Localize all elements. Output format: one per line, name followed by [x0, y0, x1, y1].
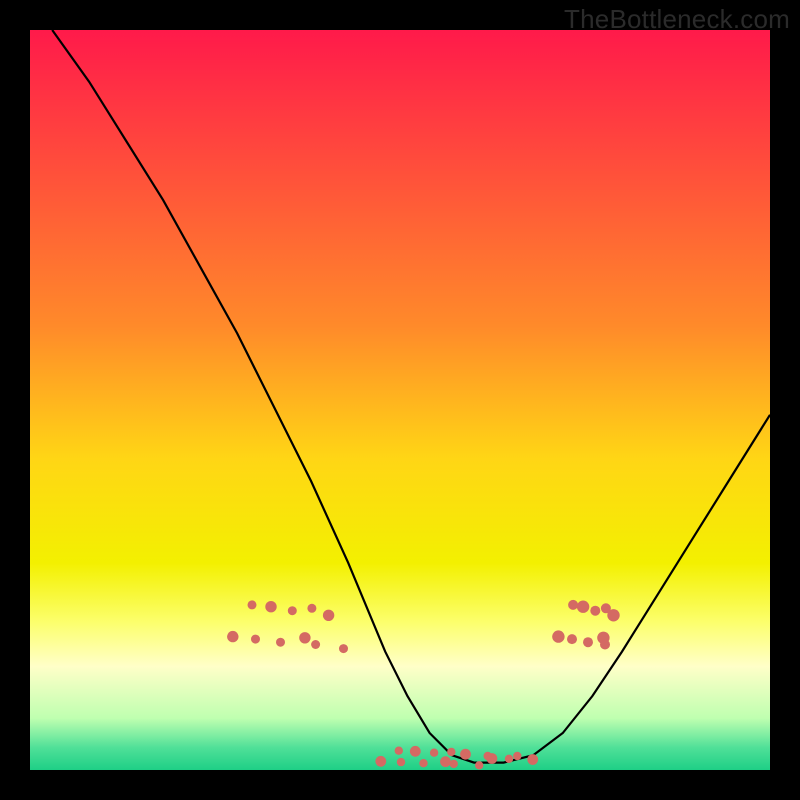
dot [311, 640, 320, 649]
dot [288, 606, 297, 615]
watermark-text: TheBottleneck.com [564, 4, 790, 35]
dot [552, 630, 564, 642]
dot [307, 604, 316, 613]
dot [450, 760, 458, 768]
dot [299, 632, 310, 643]
dot [607, 609, 619, 621]
dot [505, 755, 513, 763]
dot [227, 631, 238, 642]
dot [440, 756, 451, 767]
dot [568, 600, 578, 610]
dot [513, 752, 521, 760]
dot [527, 754, 538, 765]
dot [583, 637, 593, 647]
chart-svg [30, 30, 770, 770]
gradient-background [30, 30, 770, 770]
dot [487, 753, 498, 764]
dot [397, 758, 405, 766]
dot [460, 749, 471, 760]
dot [248, 600, 257, 609]
dot [265, 601, 276, 612]
plot-area [30, 30, 770, 770]
dot [590, 606, 600, 616]
dot [375, 756, 386, 767]
dot [339, 644, 348, 653]
dot [600, 640, 610, 650]
dot [430, 749, 438, 757]
dot [419, 759, 427, 767]
dot [475, 761, 483, 769]
chart-frame: TheBottleneck.com [0, 0, 800, 800]
dot [251, 635, 260, 644]
dot [323, 610, 334, 621]
dot [447, 748, 455, 756]
dot [276, 638, 285, 647]
dot [395, 747, 403, 755]
dot [577, 601, 589, 613]
dot [567, 634, 577, 644]
dot [410, 746, 421, 757]
